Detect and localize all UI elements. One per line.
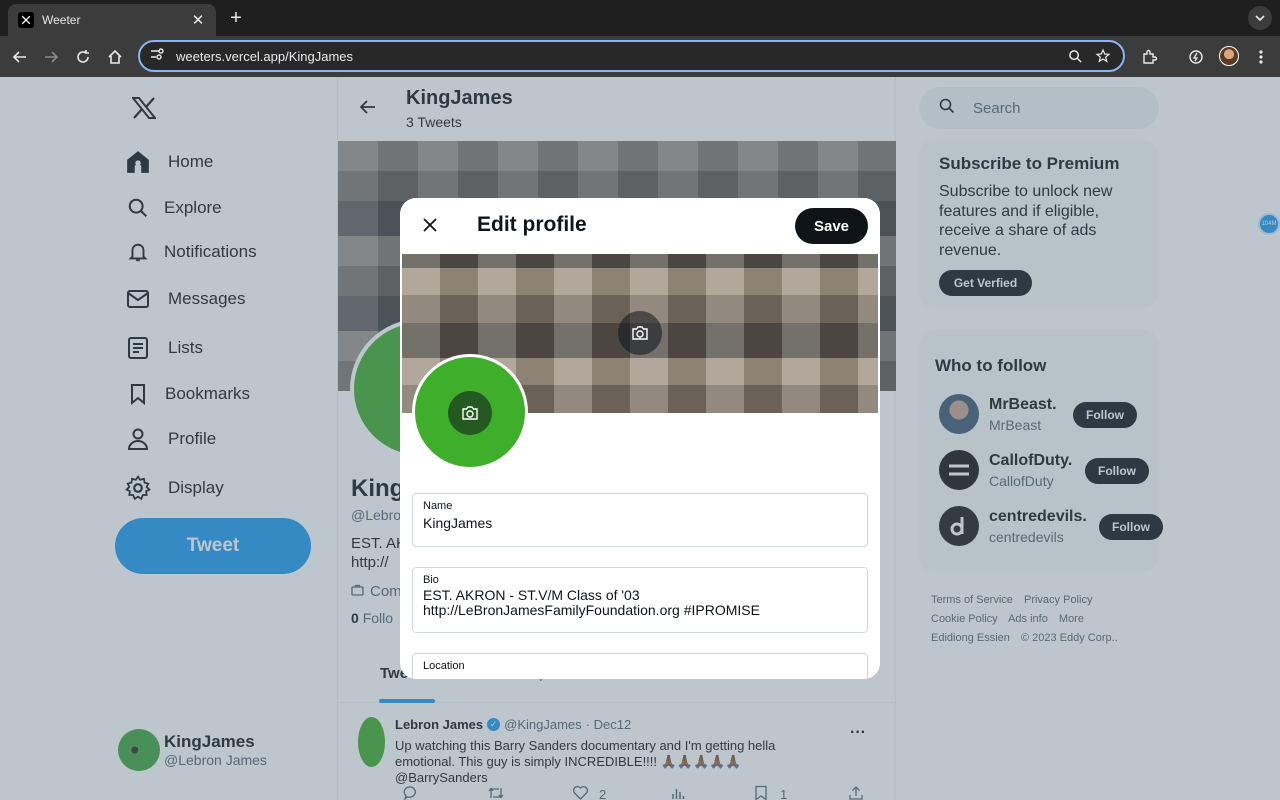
address-bar[interactable]: weeters.vercel.app/KingJames (138, 40, 1125, 72)
modal-title: Edit profile (477, 213, 587, 236)
url-text: weeters.vercel.app/KingJames (176, 48, 354, 64)
name-field[interactable]: Name KingJames (412, 493, 868, 547)
x-logo-favicon-icon (18, 12, 34, 28)
tab-title: Weeter (42, 13, 81, 27)
camera-icon[interactable] (618, 311, 662, 355)
reload-icon[interactable] (72, 46, 94, 68)
browser-profile-avatar[interactable] (1219, 46, 1239, 66)
new-tab-icon[interactable]: + (226, 8, 246, 28)
bio-input[interactable]: EST. AKRON - ST.V/M Class of '03 http://… (423, 588, 857, 618)
star-bookmark-icon[interactable] (1089, 42, 1117, 70)
field-label: Bio (423, 574, 439, 586)
field-label: Name (423, 500, 453, 512)
forward-arrow-icon[interactable] (40, 46, 62, 68)
camera-icon[interactable] (448, 391, 492, 435)
close-icon[interactable] (420, 215, 440, 235)
browser-tabbar: Weeter ✕ + (0, 0, 1280, 36)
edit-profile-modal: Edit profile Save Name KingJames Bio EST… (400, 198, 880, 679)
field-label: Location (423, 660, 465, 672)
browser-menu-icon[interactable] (1250, 46, 1272, 68)
performance-icon[interactable] (1185, 46, 1207, 68)
back-arrow-icon[interactable] (9, 46, 31, 68)
name-input[interactable]: KingJames (423, 516, 857, 531)
browser-tab[interactable]: Weeter ✕ (8, 4, 216, 36)
site-settings-icon[interactable] (150, 47, 164, 66)
extensions-puzzle-icon[interactable] (1138, 46, 1160, 68)
zoom-icon[interactable] (1061, 42, 1089, 70)
bio-field[interactable]: Bio EST. AKRON - ST.V/M Class of '03 htt… (412, 567, 868, 633)
location-field[interactable]: Location (412, 653, 868, 679)
tab-search-chevron-icon[interactable] (1248, 6, 1272, 30)
tab-close-icon[interactable]: ✕ (190, 11, 206, 29)
home-browser-icon[interactable] (104, 46, 126, 68)
save-button[interactable]: Save (795, 208, 868, 244)
browser-toolbar: weeters.vercel.app/KingJames (0, 36, 1280, 77)
